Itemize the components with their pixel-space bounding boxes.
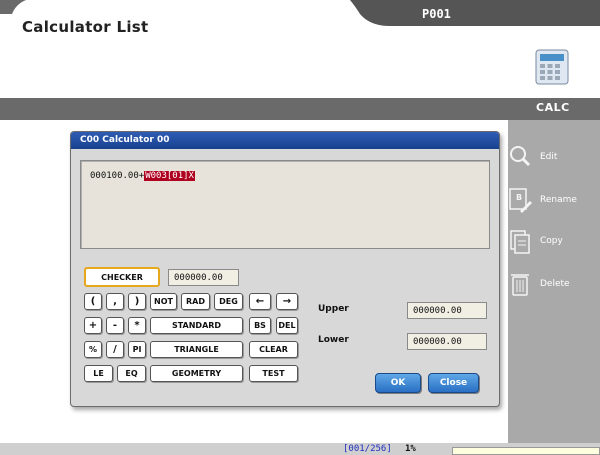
title-bar: Calculator List P001: [0, 0, 600, 40]
dialog-title: C00 Calculator 00: [80, 135, 170, 145]
magnifier-icon: [510, 146, 531, 167]
left-arrow-key[interactable]: ←: [249, 293, 271, 310]
lower-label: Lower: [318, 335, 349, 345]
plus-key[interactable]: +: [84, 317, 102, 334]
not-key[interactable]: NOT: [150, 293, 177, 310]
test-key[interactable]: TEST: [249, 365, 298, 382]
expression-selection: W003[01]X: [144, 171, 195, 181]
side-panel: Edit B Rename Copy Delete: [508, 120, 600, 445]
upper-label: Upper: [318, 304, 349, 314]
delete-key[interactable]: DEL: [276, 317, 298, 334]
section-label: CALC: [536, 101, 570, 114]
calculator-icon[interactable]: [533, 48, 571, 86]
sidebar-item-copy[interactable]: Copy: [508, 223, 600, 259]
clear-key[interactable]: CLEAR: [249, 341, 298, 358]
upper-value-field[interactable]: 000000.00: [407, 302, 487, 319]
percent-indicator: 1%: [405, 444, 416, 454]
expression-prefix: 000100.00+: [90, 171, 145, 181]
multiply-key[interactable]: *: [128, 317, 146, 334]
minus-key[interactable]: -: [106, 317, 124, 334]
svg-text:B: B: [516, 193, 522, 202]
right-arrow-key[interactable]: →: [276, 293, 298, 310]
dialog-title-bar: C00 Calculator 00: [71, 132, 499, 149]
open-paren-key[interactable]: (: [84, 293, 102, 310]
geometry-key[interactable]: GEOMETRY: [150, 365, 243, 382]
rename-icon: B: [509, 188, 532, 213]
sidebar-item-label: Edit: [540, 152, 558, 162]
copy-icon: [510, 230, 530, 254]
comma-key[interactable]: ,: [106, 293, 124, 310]
calculator-dialog: C00 Calculator 00 000100.00+W003[01]X CH…: [70, 131, 500, 407]
close-button[interactable]: Close: [428, 373, 479, 393]
checker-value-field[interactable]: 000000.00: [168, 269, 239, 286]
sidebar-item-label: Delete: [540, 279, 570, 289]
status-input[interactable]: [452, 447, 600, 455]
lower-value-field[interactable]: 000000.00: [407, 333, 487, 350]
expression-editor[interactable]: 000100.00+W003[01]X: [80, 160, 490, 249]
sidebar-item-label: Rename: [540, 195, 577, 205]
deg-key[interactable]: DEG: [214, 293, 243, 310]
rad-key[interactable]: RAD: [181, 293, 210, 310]
le-key[interactable]: LE: [84, 365, 113, 382]
checker-button[interactable]: CHECKER: [84, 267, 160, 287]
triangle-key[interactable]: TRIANGLE: [150, 341, 243, 358]
backspace-key[interactable]: BS: [249, 317, 271, 334]
eq-key[interactable]: EQ: [117, 365, 146, 382]
sidebar-item-label: Copy: [540, 236, 563, 246]
page-tab-label: P001: [422, 7, 451, 21]
sidebar-item-edit[interactable]: Edit: [508, 139, 600, 175]
sidebar-item-delete[interactable]: Delete: [508, 266, 600, 302]
window-title: Calculator List: [22, 18, 149, 36]
section-bar: [0, 98, 600, 120]
standard-key[interactable]: STANDARD: [150, 317, 243, 334]
expression-text: 000100.00+W003[01]X: [90, 171, 195, 181]
page-counter: [001/256]: [343, 444, 392, 454]
ok-button[interactable]: OK: [375, 373, 421, 393]
trash-icon: [511, 274, 529, 296]
sidebar-item-rename[interactable]: B Rename: [508, 182, 600, 218]
close-paren-key[interactable]: ): [128, 293, 146, 310]
percent-key[interactable]: %: [84, 341, 102, 358]
divide-key[interactable]: /: [106, 341, 124, 358]
pi-key[interactable]: PI: [128, 341, 146, 358]
